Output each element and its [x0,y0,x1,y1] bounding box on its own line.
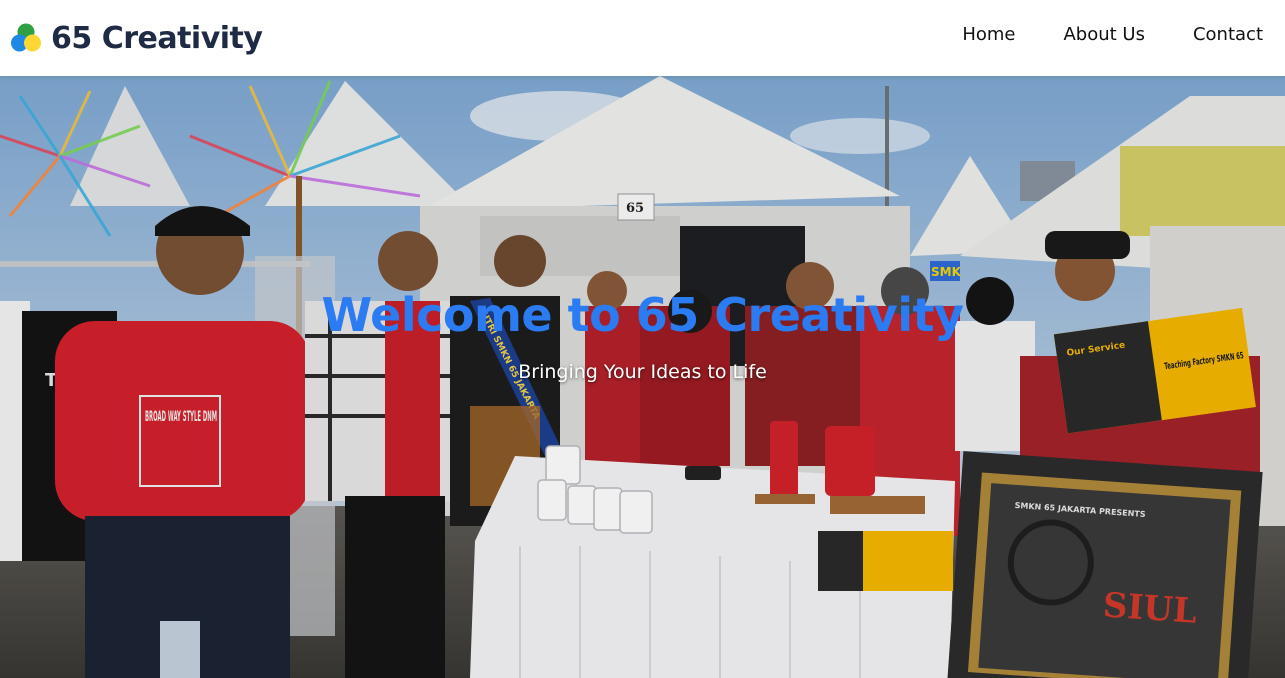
tri-color-circles-logo-icon [11,23,41,52]
nav-about-link[interactable]: About Us [1063,24,1145,45]
hero-subtitle: Bringing Your Ideas to Life [518,361,767,383]
nav-menu: Home About Us Contact [914,24,1263,45]
brand-name: 65 Creativity [51,20,263,56]
nav-contact-link[interactable]: Contact [1193,24,1263,45]
brand-link[interactable]: 65 Creativity [10,18,263,58]
hero-section: SMK 65 TIA BROAD WA [0,76,1285,678]
nav-home-link[interactable]: Home [962,24,1015,45]
hero-title: Welcome to 65 Creativity [321,288,964,342]
top-navbar: 65 Creativity Home About Us Contact [0,0,1285,76]
